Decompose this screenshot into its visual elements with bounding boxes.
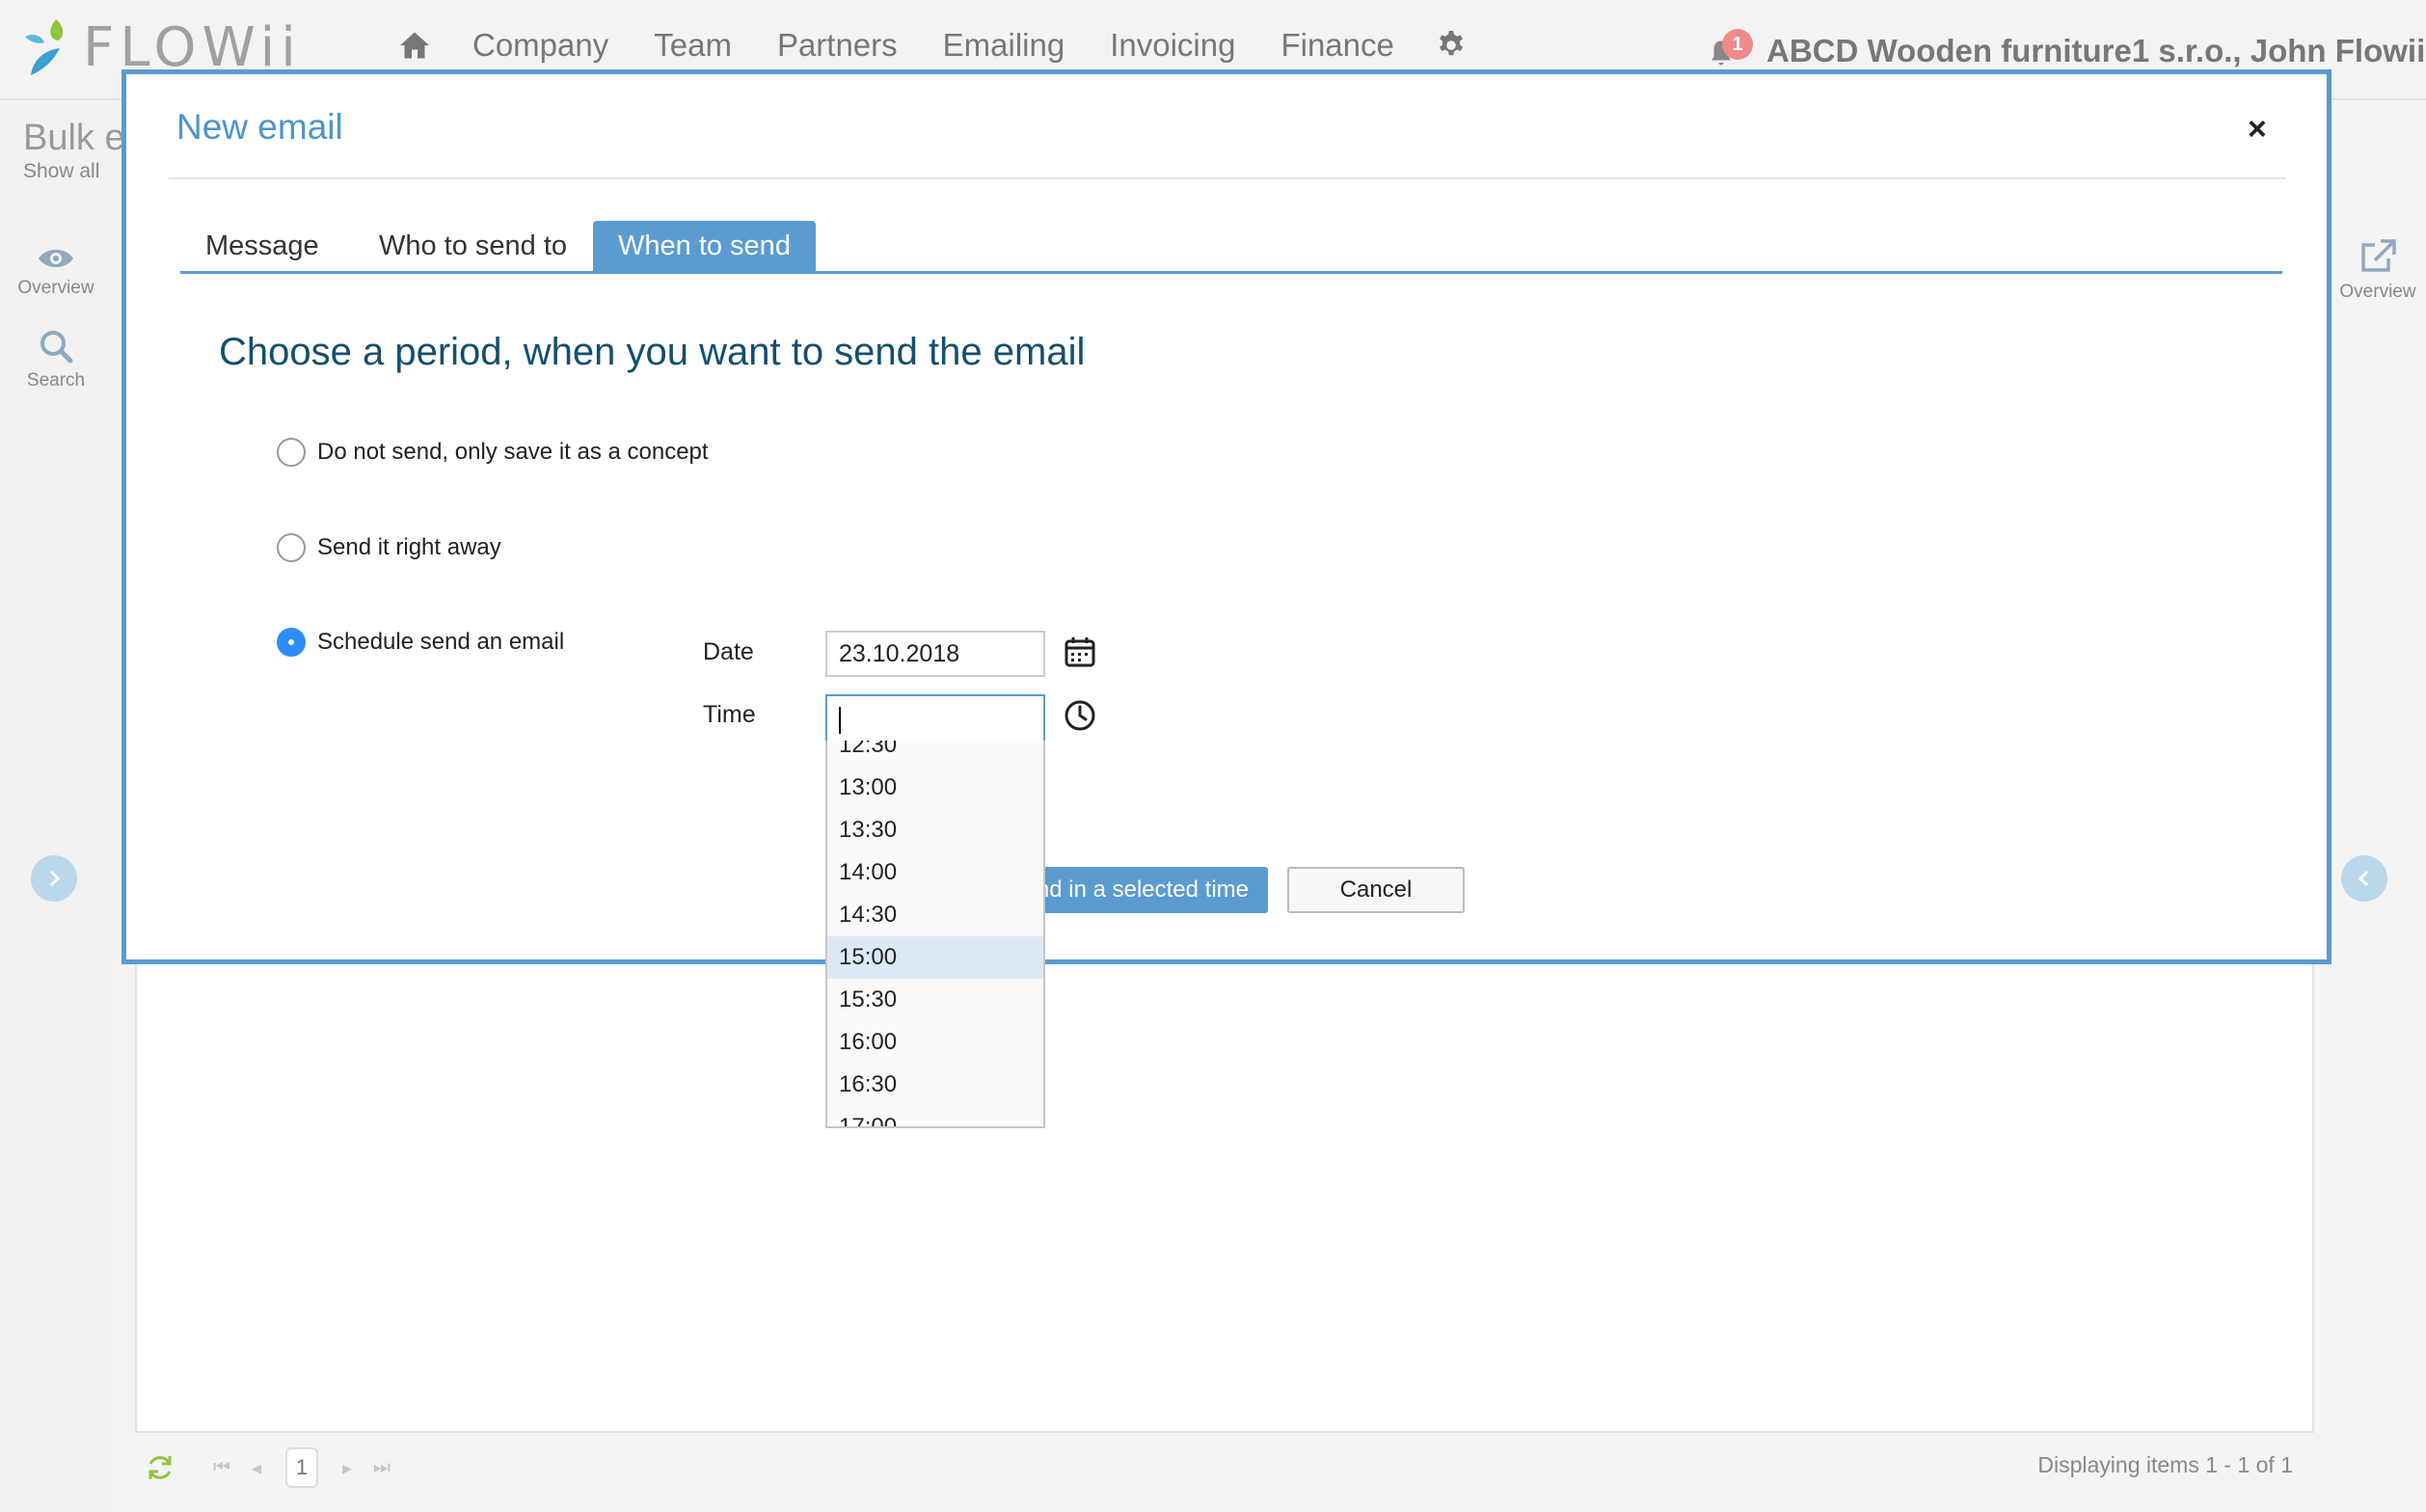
time-option[interactable]: 16:30 <box>827 1064 1043 1106</box>
nav-partners[interactable]: Partners <box>777 27 898 64</box>
text-caret <box>839 707 841 734</box>
nav-invoicing[interactable]: Invoicing <box>1110 27 1235 64</box>
right-rail-overview-button[interactable]: Overview <box>2330 237 2426 303</box>
option-label: Do not send, only save it as a concept <box>317 439 709 465</box>
external-link-icon <box>2361 239 2396 272</box>
calendar-icon[interactable] <box>1063 634 1097 669</box>
dialog-divider <box>169 177 2286 179</box>
first-page-icon[interactable]: ⏮ <box>204 1457 239 1479</box>
expand-right-panel-button[interactable] <box>2341 855 2387 902</box>
time-dropdown[interactable]: 12:30 13:00 13:30 14:00 14:30 15:00 15:3… <box>825 741 1045 1128</box>
tab-when-to-send[interactable]: When to send <box>593 221 816 271</box>
option-send-right-away[interactable]: Send it right away <box>277 533 501 562</box>
logo-drop-icon <box>25 19 64 75</box>
pager-status: Displaying items 1 - 1 of 1 <box>2037 1452 2293 1477</box>
left-rail <box>0 102 112 1512</box>
rail-overview-button[interactable]: Overview <box>0 245 112 299</box>
radio-save-as-concept[interactable] <box>277 438 306 467</box>
gear-icon[interactable] <box>1434 28 1469 63</box>
rail-search-button[interactable]: Search <box>0 328 112 392</box>
date-label: Date <box>703 638 754 665</box>
new-email-dialog: New email × Message Who to send to When … <box>121 69 2332 964</box>
last-page-icon[interactable]: ⏭ <box>364 1457 399 1479</box>
nav-company[interactable]: Company <box>472 27 608 64</box>
next-page-icon[interactable]: ▸ <box>330 1456 364 1480</box>
current-page-number[interactable]: 1 <box>285 1447 318 1488</box>
chevron-left-icon <box>2358 870 2369 887</box>
date-field[interactable]: 23.10.2018 <box>825 631 1045 677</box>
option-schedule-send[interactable]: Schedule send an email <box>277 628 564 657</box>
radio-schedule-send[interactable] <box>277 628 306 657</box>
time-option[interactable]: 13:30 <box>827 809 1043 851</box>
show-all-link[interactable]: Show all <box>23 160 99 183</box>
pager: ⏮ ◂ 1 ▸ ⏭ <box>145 1446 399 1489</box>
rail-search-label: Search <box>26 370 86 391</box>
dialog-title: New email <box>176 107 343 147</box>
tab-who-to-send-to[interactable]: Who to send to <box>354 221 592 271</box>
time-option[interactable]: 17:00 <box>827 1106 1043 1126</box>
time-option[interactable]: 14:00 <box>827 851 1043 894</box>
radio-send-right-away[interactable] <box>277 533 306 562</box>
content-panel <box>135 960 2314 1433</box>
cancel-button[interactable]: Cancel <box>1287 867 1465 913</box>
dialog-tabs: Message Who to send to When to send <box>180 221 2282 274</box>
time-option[interactable]: 15:30 <box>827 979 1043 1021</box>
rail-overview-label: Overview <box>17 278 94 298</box>
time-option[interactable]: 14:30 <box>827 894 1043 936</box>
time-option[interactable]: 16:00 <box>827 1021 1043 1064</box>
send-button-label: nd in a selected time <box>1036 877 1249 903</box>
eye-icon <box>39 250 73 267</box>
time-options-list: 12:30 13:00 13:30 14:00 14:30 15:00 15:3… <box>827 741 1043 1126</box>
previous-page-icon[interactable]: ◂ <box>239 1456 274 1480</box>
time-field[interactable] <box>825 694 1045 742</box>
time-option-highlighted[interactable]: 15:00 <box>827 936 1043 979</box>
refresh-icon[interactable] <box>145 1452 175 1483</box>
time-label: Time <box>703 701 756 728</box>
user-account-name[interactable]: ABCD Wooden furniture1 s.r.o., John Flow… <box>1766 33 2425 69</box>
nav-emailing[interactable]: Emailing <box>943 27 1065 64</box>
main-nav: Company Team Partners Emailing Invoicing… <box>397 27 1469 64</box>
time-option[interactable]: 13:00 <box>827 767 1043 809</box>
expand-left-panel-button[interactable] <box>31 855 77 902</box>
right-rail-overview-label: Overview <box>2339 282 2416 302</box>
search-icon <box>40 331 73 364</box>
send-in-selected-time-button[interactable]: nd in a selected time <box>1033 867 1268 913</box>
option-save-as-concept[interactable]: Do not send, only save it as a concept <box>277 438 709 467</box>
option-label: Schedule send an email <box>317 629 565 655</box>
close-icon[interactable]: × <box>2248 111 2267 148</box>
chevron-right-icon <box>49 870 61 887</box>
page-title: Bulk e <box>23 118 125 158</box>
home-icon[interactable] <box>397 28 432 63</box>
nav-team[interactable]: Team <box>654 27 732 64</box>
tab-message[interactable]: Message <box>180 221 344 271</box>
time-option[interactable]: 12:30 <box>827 741 1043 767</box>
section-heading: Choose a period, when you want to send t… <box>219 331 1086 373</box>
option-label: Send it right away <box>317 534 501 560</box>
nav-finance[interactable]: Finance <box>1280 27 1393 64</box>
clock-icon[interactable] <box>1063 698 1097 733</box>
notification-badge[interactable]: 1 <box>1722 29 1753 60</box>
